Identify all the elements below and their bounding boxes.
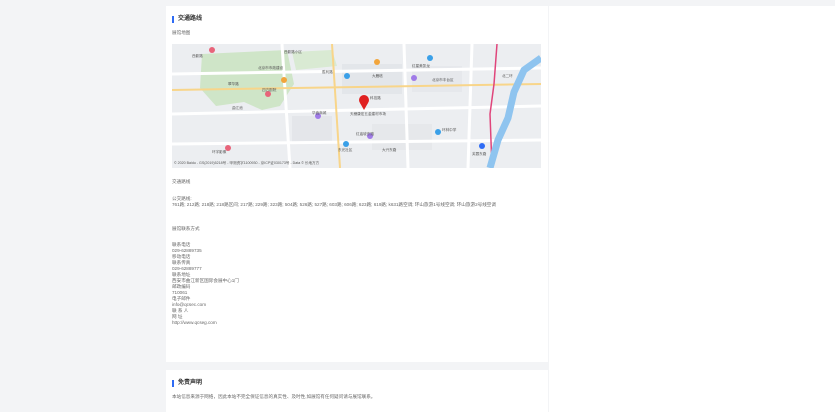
map-poi-label: 红星美凯龙	[412, 64, 430, 68]
side-panel	[549, 6, 835, 412]
map-poi-label: 曲江池	[232, 106, 243, 110]
map-poi-label: 天穗康宏五金建材市场	[350, 112, 386, 116]
disclaimer-card: 免责声明 本站信息来源于网络，因此本站不完全保证信息的真实性、及时性,如展馆有任…	[166, 370, 548, 412]
map-poi-label: 西影路	[192, 54, 203, 58]
map-poi-label: 东光社区	[338, 148, 353, 152]
disclaimer-section-title: 免责声明	[172, 380, 202, 387]
map-poi-label: 芙蓉东路	[472, 152, 487, 156]
map-poi-label: 翠华路	[228, 82, 239, 86]
map-poi-label: 四方剧院	[262, 88, 277, 92]
contact-heading: 展馆联系方式	[172, 226, 200, 231]
map-poi-label: 北京市市政建设	[258, 66, 284, 70]
map-poi-label: 红庙坡东路	[356, 132, 374, 136]
map-poi-label: 胜利路	[322, 70, 333, 74]
map-label: 展馆地图	[172, 30, 191, 35]
map-poi-label: 西影路小区	[284, 50, 302, 54]
traffic-card: 交通路线 展馆地图 科技路 华鑫商城 天穗康宏五金建材市场 西影路 红星美凯龙 …	[166, 6, 548, 362]
venue-map[interactable]: 科技路 华鑫商城 天穗康宏五金建材市场 西影路 红星美凯龙 北京市市政建设 北京…	[172, 44, 541, 168]
map-poi-label: 大雁塔	[372, 74, 383, 78]
bus-routes: 761路; 212路; 218路; 218路区间; 217路; 229路; 32…	[172, 202, 496, 207]
route-heading: 交通路线	[172, 179, 191, 184]
map-poi-label: 北二环	[502, 74, 513, 78]
map-canvas	[172, 44, 541, 168]
map-poi-label: 科技路	[370, 96, 381, 100]
traffic-section-title: 交通路线	[172, 16, 202, 23]
map-poi-label: 北京市丰台区	[432, 78, 454, 82]
map-poi-label: 环宇影像	[212, 150, 227, 154]
map-poi-label: 大兴东路	[382, 148, 397, 152]
park-area	[200, 50, 294, 110]
map-poi-label: 华鑫商城	[312, 111, 327, 115]
website-link[interactable]: http://www.qcseg.com	[172, 320, 217, 326]
map-poi-label: 环林中学	[442, 128, 457, 132]
disclaimer-text: 本站信息来源于网络，因此本站不完全保证信息的真实性、及时性,如展馆有任何疑问请与…	[172, 394, 376, 399]
map-copyright: © 2020 Baidu - GS(2019)5218号 - 甲测资字11009…	[174, 161, 320, 165]
